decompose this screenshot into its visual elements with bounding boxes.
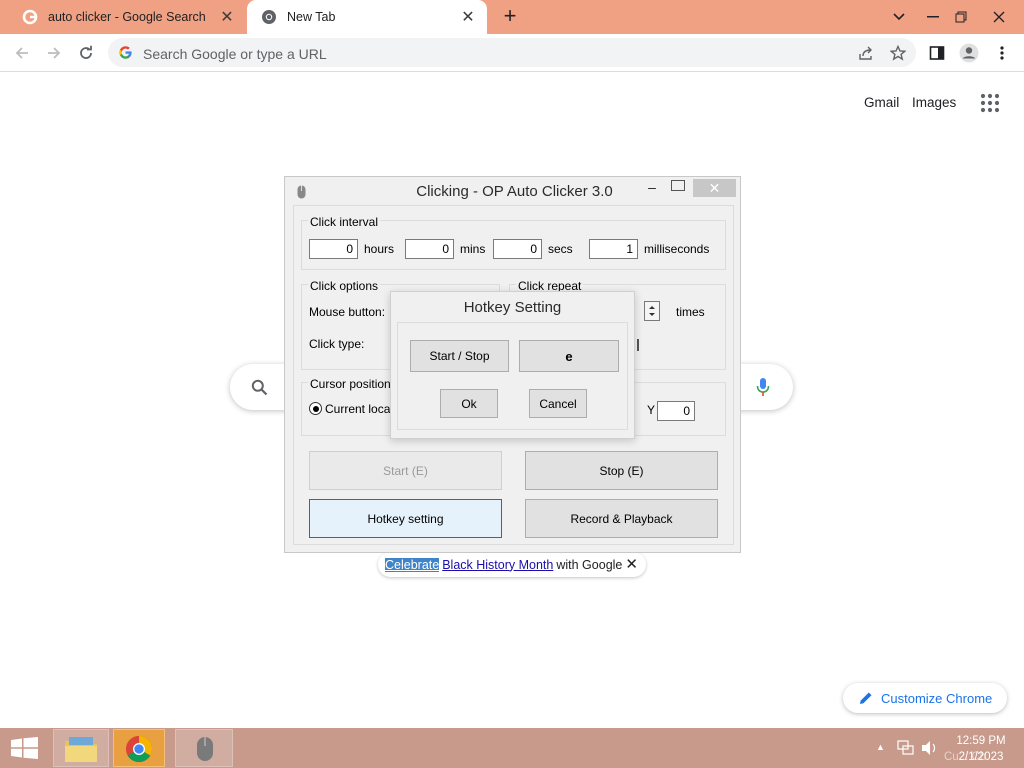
google-g-icon [22,9,38,25]
tab-close-icon[interactable]: ✕ [459,7,477,27]
side-panel-button[interactable] [924,40,950,66]
profile-avatar-icon [959,43,979,63]
tab-new-tab[interactable]: New Tab ✕ [247,0,487,34]
customize-chrome-button[interactable]: Customize Chrome [843,683,1007,713]
hotkey-setting-button[interactable]: Hotkey setting [309,499,502,538]
hotkey-setting-dialog: Hotkey Setting Start / Stop e Ok Cancel [390,291,635,439]
promo-link[interactable]: Black History Month [442,558,553,572]
google-g-icon [119,46,132,59]
mouse-button-label: Mouse button: [309,305,386,319]
customize-chrome-label: Customize Chrome [881,690,993,706]
start-button[interactable] [0,729,48,767]
mouse-icon [197,737,213,761]
cancel-button[interactable]: Cancel [529,389,587,418]
chrome-icon [262,10,276,24]
promo-text: with Google [556,557,623,572]
y-coordinate-input[interactable] [657,401,695,421]
pencil-icon [860,692,872,704]
tab-search-chevron-icon[interactable] [882,0,916,34]
share-icon [859,46,872,60]
forward-arrow-icon [48,47,61,59]
milliseconds-label: milliseconds [644,242,710,256]
chrome-menu-button[interactable] [989,40,1015,66]
hotkey-value-field[interactable]: e [519,340,619,372]
bookmark-button[interactable] [885,40,911,66]
ok-button[interactable]: Ok [440,389,498,418]
network-icon[interactable] [897,740,915,756]
promo-close-icon[interactable]: ✕ [625,555,638,573]
omnibox-input[interactable] [141,43,825,64]
windows-taskbar: ▲ Cu... Ch [0,728,1024,768]
secs-label: secs [548,242,573,256]
volume-icon[interactable] [921,740,939,756]
reload-button[interactable] [73,40,99,66]
record-playback-button[interactable]: Record & Playback [525,499,718,538]
current-location-radio[interactable] [309,402,322,415]
voice-search-mic-icon[interactable] [756,377,770,397]
profile-button[interactable] [956,40,982,66]
tab-close-icon[interactable]: ✕ [218,7,236,27]
tab-title: New Tab [287,10,336,24]
reload-icon [80,45,92,59]
tab-title: auto clicker - Google Search [48,10,206,24]
share-button[interactable] [853,40,879,66]
mins-input[interactable] [405,239,454,259]
secs-input[interactable] [493,239,542,259]
start-button[interactable]: Start (E) [309,451,502,490]
close-window-icon[interactable] [982,0,1016,34]
new-tab-button[interactable]: + [499,5,521,27]
restore-icon[interactable] [944,0,978,34]
gmail-link[interactable]: Gmail [864,95,899,110]
clock-time: 12:59 PM [956,735,1006,747]
partial-control-edge [637,339,639,351]
promo-highlight-text: Celebrate [385,557,440,572]
google-apps-icon[interactable] [980,93,1000,113]
click-type-label: Click type: [309,337,365,351]
hours-input[interactable] [309,239,358,259]
file-explorer-icon [65,737,97,762]
taskbar-file-explorer[interactable] [53,729,109,767]
click-interval-label: Click interval [308,215,381,229]
minimize-button[interactable]: – [642,179,662,199]
mins-label: mins [460,242,486,256]
star-icon [890,45,906,61]
taskbar-auto-clicker[interactable] [175,729,233,767]
kebab-menu-icon [1000,46,1004,60]
chrome-icon [125,735,153,763]
images-link[interactable]: Images [912,95,956,110]
hours-label: hours [364,242,395,256]
repeat-spinner[interactable] [644,301,660,321]
close-button[interactable]: ✕ [693,179,736,197]
omnibox[interactable] [108,38,916,67]
auto-clicker-titlebar[interactable]: Clicking - OP Auto Clicker 3.0 – ✕ [285,177,740,205]
clock-date: 2/1/2023 [958,751,1004,763]
back-arrow-icon [15,47,28,59]
hotkey-dialog-title: Hotkey Setting [463,299,562,316]
browser-toolbar [0,34,1024,72]
tab-strip: auto clicker - Google Search ✕ New Tab ✕… [0,0,1024,34]
radio-dot-icon [312,405,319,412]
search-icon [251,379,268,396]
milliseconds-input[interactable] [589,239,638,259]
tray-overflow-icon[interactable]: ▲ [876,742,885,752]
hotkey-dialog-body: Start / Stop e Ok Cancel [397,322,628,430]
taskbar-chrome[interactable] [113,729,165,767]
windows-logo-icon [11,737,38,759]
cursor-position-label: Cursor position [308,377,393,391]
y-label: Y [647,403,656,417]
click-options-label: Click options [308,279,381,293]
times-label: times [676,305,705,319]
start-stop-hotkey-button[interactable]: Start / Stop [410,340,509,372]
back-button[interactable] [9,40,35,66]
doodle-promo[interactable]: Celebrate Black History Month with Googl… [378,552,646,577]
taskbar-clock[interactable]: 12:59 PM 2/1/2023 [950,733,1012,765]
stop-button[interactable]: Stop (E) [525,451,718,490]
forward-button[interactable] [41,40,67,66]
side-panel-icon [929,46,945,60]
spinner-arrows-icon [649,306,655,316]
maximize-button[interactable] [671,180,685,191]
tab-auto-clicker-search[interactable]: auto clicker - Google Search ✕ [8,0,246,34]
